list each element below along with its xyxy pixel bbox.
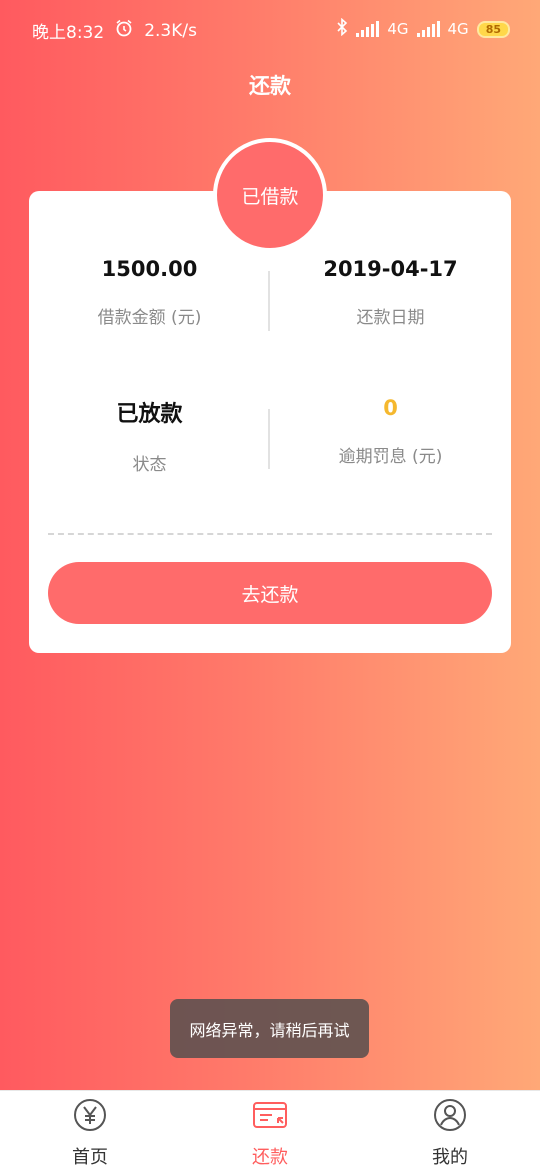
status-bar: 晚上8:32 2.3K/s 4G 4G 85	[0, 0, 540, 60]
status-value: 已放款	[116, 402, 183, 427]
tab-mine[interactable]: 我的	[360, 1091, 540, 1170]
yen-circle-icon	[72, 1097, 108, 1137]
repay-date-label: 还款日期	[356, 308, 425, 328]
network-type-2: 4G	[447, 20, 469, 38]
amount-cell: 1500.00 借款金额 (元)	[29, 257, 270, 328]
date-cell: 2019-04-17 还款日期	[270, 257, 511, 328]
alarm-icon	[114, 18, 134, 43]
signal-icon-2	[416, 21, 440, 37]
repay-card-icon	[251, 1097, 289, 1137]
loan-amount-label: 借款金额 (元)	[97, 308, 202, 328]
repay-button[interactable]: 去还款	[48, 562, 492, 624]
tab-mine-label: 我的	[432, 1147, 468, 1168]
dashed-divider	[48, 533, 492, 535]
tab-home[interactable]: 首页	[0, 1091, 180, 1170]
network-speed: 2.3K/s	[144, 20, 197, 41]
penalty-label: 逾期罚息 (元)	[338, 447, 443, 467]
penalty-cell: 0 逾期罚息 (元)	[270, 396, 511, 467]
bluetooth-icon	[336, 17, 348, 40]
loan-amount-value: 1500.00	[101, 257, 198, 281]
battery-icon: 85	[476, 20, 510, 38]
tab-repay[interactable]: 还款	[180, 1091, 360, 1170]
repay-date-value: 2019-04-17	[323, 257, 458, 281]
tab-home-label: 首页	[72, 1147, 108, 1168]
loan-card: 1500.00 借款金额 (元) 2019-04-17 还款日期 已放款 状态 …	[29, 191, 511, 653]
user-profile-icon	[432, 1097, 468, 1137]
clock-time: 晚上8:32	[32, 23, 105, 43]
network-type-1: 4G	[387, 20, 409, 38]
status-label: 状态	[132, 455, 167, 475]
toast-message: 网络异常，请稍后再试	[170, 999, 369, 1058]
loan-status-badge: 已借款	[213, 138, 327, 252]
status-cell: 已放款 状态	[29, 396, 270, 475]
tab-repay-label: 还款	[252, 1147, 288, 1168]
penalty-value: 0	[383, 396, 398, 420]
signal-icon	[356, 21, 380, 37]
bottom-tab-bar: 首页 还款 我的	[0, 1090, 540, 1170]
page-title: 还款	[249, 74, 291, 98]
